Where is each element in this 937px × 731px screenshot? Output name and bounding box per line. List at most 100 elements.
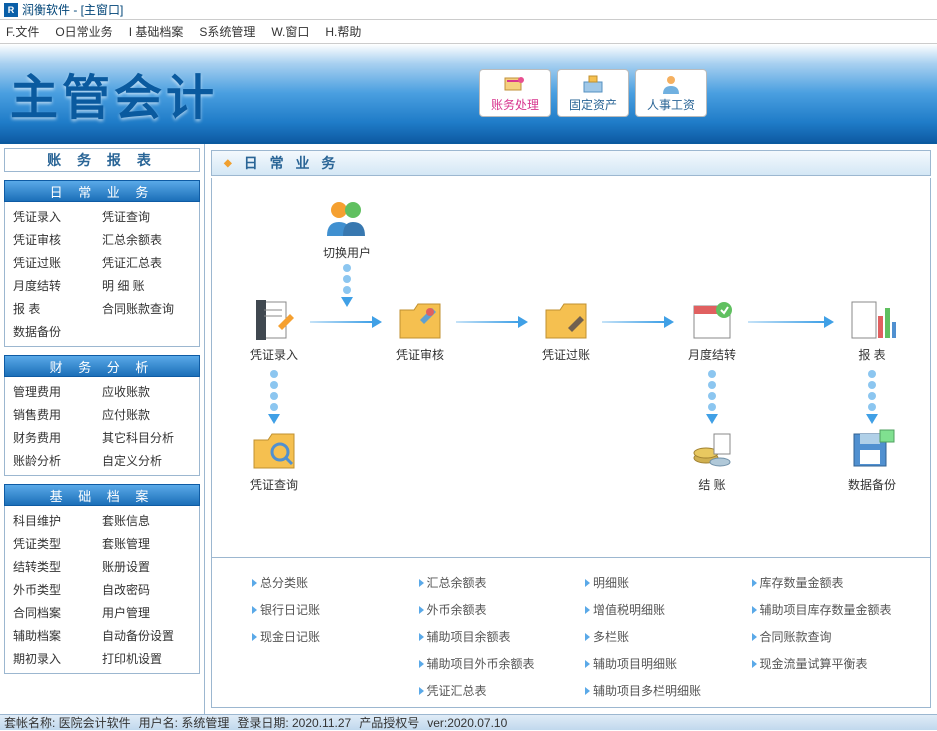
sidebar-item[interactable]: 汇总余额表 bbox=[102, 231, 191, 248]
sidebar-item[interactable]: 财务费用 bbox=[13, 429, 102, 446]
link-label: 现金流量试算平衡表 bbox=[760, 655, 868, 672]
link-label: 增值税明细账 bbox=[593, 601, 665, 618]
link-item[interactable]: 凭证汇总表 bbox=[419, 682, 578, 699]
link-item[interactable]: 增值税明细账 bbox=[585, 601, 744, 618]
link-label: 库存数量金额表 bbox=[760, 574, 844, 591]
sidebar-item[interactable]: 科目维护 bbox=[13, 512, 102, 529]
link-item[interactable]: 总分类账 bbox=[252, 574, 411, 591]
sidebar-item[interactable]: 结转类型 bbox=[13, 558, 102, 575]
menu-daily[interactable]: O日常业务 bbox=[55, 23, 112, 40]
triangle-icon bbox=[419, 633, 424, 641]
sidebar-item[interactable]: 用户管理 bbox=[102, 604, 191, 621]
sidebar-item[interactable]: 账龄分析 bbox=[13, 452, 102, 469]
link-item[interactable]: 合同账款查询 bbox=[752, 628, 911, 645]
sidebar-item[interactable]: 外币类型 bbox=[13, 581, 102, 598]
sidebar-item[interactable]: 套账信息 bbox=[102, 512, 191, 529]
link-item[interactable]: 现金日记账 bbox=[252, 628, 411, 645]
sidebar-item[interactable]: 应收账款 bbox=[102, 383, 191, 400]
clipboard-icon bbox=[250, 298, 298, 342]
link-item[interactable]: 辅助项目余额表 bbox=[419, 628, 578, 645]
sidebar-item[interactable]: 自动备份设置 bbox=[102, 627, 191, 644]
link-label: 现金日记账 bbox=[260, 628, 320, 645]
link-label: 总分类账 bbox=[260, 574, 308, 591]
sidebar-item[interactable]: 报 表 bbox=[13, 300, 102, 317]
link-label: 辅助项目库存数量金额表 bbox=[760, 601, 892, 618]
arrow-down-icon bbox=[708, 370, 716, 424]
node-switch-user[interactable]: 切换用户 bbox=[315, 196, 379, 261]
sidebar-item[interactable]: 月度结转 bbox=[13, 277, 102, 294]
sidebar-item[interactable]: 管理费用 bbox=[13, 383, 102, 400]
sidebar-item[interactable]: 打印机设置 bbox=[102, 650, 191, 667]
sidebar-section-base[interactable]: 基 础 档 案 bbox=[4, 484, 200, 506]
folder-pen-icon bbox=[542, 298, 590, 342]
link-item[interactable]: 银行日记账 bbox=[252, 601, 411, 618]
sidebar-item bbox=[102, 323, 191, 340]
link-empty bbox=[252, 682, 411, 699]
menu-system[interactable]: S系统管理 bbox=[199, 23, 255, 40]
node-backup[interactable]: 数据备份 bbox=[840, 428, 904, 493]
sidebar-item[interactable]: 合同账款查询 bbox=[102, 300, 191, 317]
link-item[interactable]: 外币余额表 bbox=[419, 601, 578, 618]
node-query[interactable]: 凭证查询 bbox=[242, 428, 306, 493]
link-label: 汇总余额表 bbox=[427, 574, 487, 591]
link-item[interactable]: 辅助项目明细账 bbox=[585, 655, 744, 672]
sidebar-item[interactable]: 自改密码 bbox=[102, 581, 191, 598]
link-item[interactable]: 库存数量金额表 bbox=[752, 574, 911, 591]
node-entry[interactable]: 凭证录入 bbox=[242, 298, 306, 363]
arrow-down-icon bbox=[343, 264, 351, 307]
banner-title: 主管会计 bbox=[10, 58, 218, 128]
menu-window[interactable]: W.窗口 bbox=[271, 23, 309, 40]
node-settle[interactable]: 结 账 bbox=[680, 428, 744, 493]
link-item[interactable]: 辅助项目外币余额表 bbox=[419, 655, 578, 672]
sidebar-item[interactable]: 辅助档案 bbox=[13, 627, 102, 644]
menu-help[interactable]: H.帮助 bbox=[325, 23, 361, 40]
sidebar-item[interactable]: 套账管理 bbox=[102, 535, 191, 552]
btn-hr-salary[interactable]: 人事工资 bbox=[635, 69, 707, 117]
sidebar-item[interactable]: 销售费用 bbox=[13, 406, 102, 423]
sidebar-section-finance[interactable]: 财 务 分 析 bbox=[4, 355, 200, 377]
status-user: 用户名: 系统管理 bbox=[139, 714, 230, 731]
link-item[interactable]: 明细账 bbox=[585, 574, 744, 591]
sidebar-item[interactable]: 自定义分析 bbox=[102, 452, 191, 469]
assets-icon bbox=[581, 74, 605, 94]
node-post[interactable]: 凭证过账 bbox=[534, 298, 598, 363]
node-report[interactable]: 报 表 bbox=[840, 298, 904, 363]
menu-base[interactable]: I 基础档案 bbox=[129, 23, 184, 40]
flow-diagram: 切换用户 凭证录入 凭证审核 凭证过账 月 bbox=[211, 178, 931, 558]
link-item[interactable]: 辅助项目多栏明细账 bbox=[585, 682, 744, 699]
status-bar: 套帐名称: 医院会计软件 用户名: 系统管理 登录日期: 2020.11.27 … bbox=[0, 714, 937, 730]
link-item[interactable]: 多栏账 bbox=[585, 628, 744, 645]
node-close[interactable]: 月度结转 bbox=[680, 298, 744, 363]
triangle-icon bbox=[419, 606, 424, 614]
btn-fixed-assets[interactable]: 固定资产 bbox=[557, 69, 629, 117]
triangle-icon bbox=[585, 633, 590, 641]
arrow-down-icon bbox=[270, 370, 278, 424]
sidebar-item[interactable]: 账册设置 bbox=[102, 558, 191, 575]
sidebar-item[interactable]: 应付账款 bbox=[102, 406, 191, 423]
sidebar-item[interactable]: 数据备份 bbox=[13, 323, 102, 340]
triangle-icon bbox=[585, 660, 590, 668]
sidebar-item[interactable]: 凭证录入 bbox=[13, 208, 102, 225]
sidebar-item[interactable]: 合同档案 bbox=[13, 604, 102, 621]
link-item[interactable]: 汇总余额表 bbox=[419, 574, 578, 591]
report-icon bbox=[848, 298, 896, 342]
sidebar-item[interactable]: 其它科目分析 bbox=[102, 429, 191, 446]
triangle-icon bbox=[585, 606, 590, 614]
link-item[interactable]: 现金流量试算平衡表 bbox=[752, 655, 911, 672]
menu-file[interactable]: F.文件 bbox=[6, 23, 39, 40]
sidebar-item[interactable]: 凭证类型 bbox=[13, 535, 102, 552]
sidebar-item[interactable]: 期初录入 bbox=[13, 650, 102, 667]
sidebar-item[interactable]: 凭证查询 bbox=[102, 208, 191, 225]
person-icon bbox=[659, 74, 683, 94]
sidebar-title: 账 务 报 表 bbox=[4, 148, 200, 172]
sidebar-item[interactable]: 明 细 账 bbox=[102, 277, 191, 294]
sidebar-item[interactable]: 凭证汇总表 bbox=[102, 254, 191, 271]
sidebar-item[interactable]: 凭证过账 bbox=[13, 254, 102, 271]
node-review[interactable]: 凭证审核 bbox=[388, 298, 452, 363]
btn-account-process[interactable]: 账务处理 bbox=[479, 69, 551, 117]
banner-buttons: 账务处理 固定资产 人事工资 bbox=[479, 69, 707, 117]
sidebar-section-daily[interactable]: 日 常 业 务 bbox=[4, 180, 200, 202]
link-item[interactable]: 辅助项目库存数量金额表 bbox=[752, 601, 911, 618]
link-empty bbox=[752, 682, 911, 699]
sidebar-item[interactable]: 凭证审核 bbox=[13, 231, 102, 248]
